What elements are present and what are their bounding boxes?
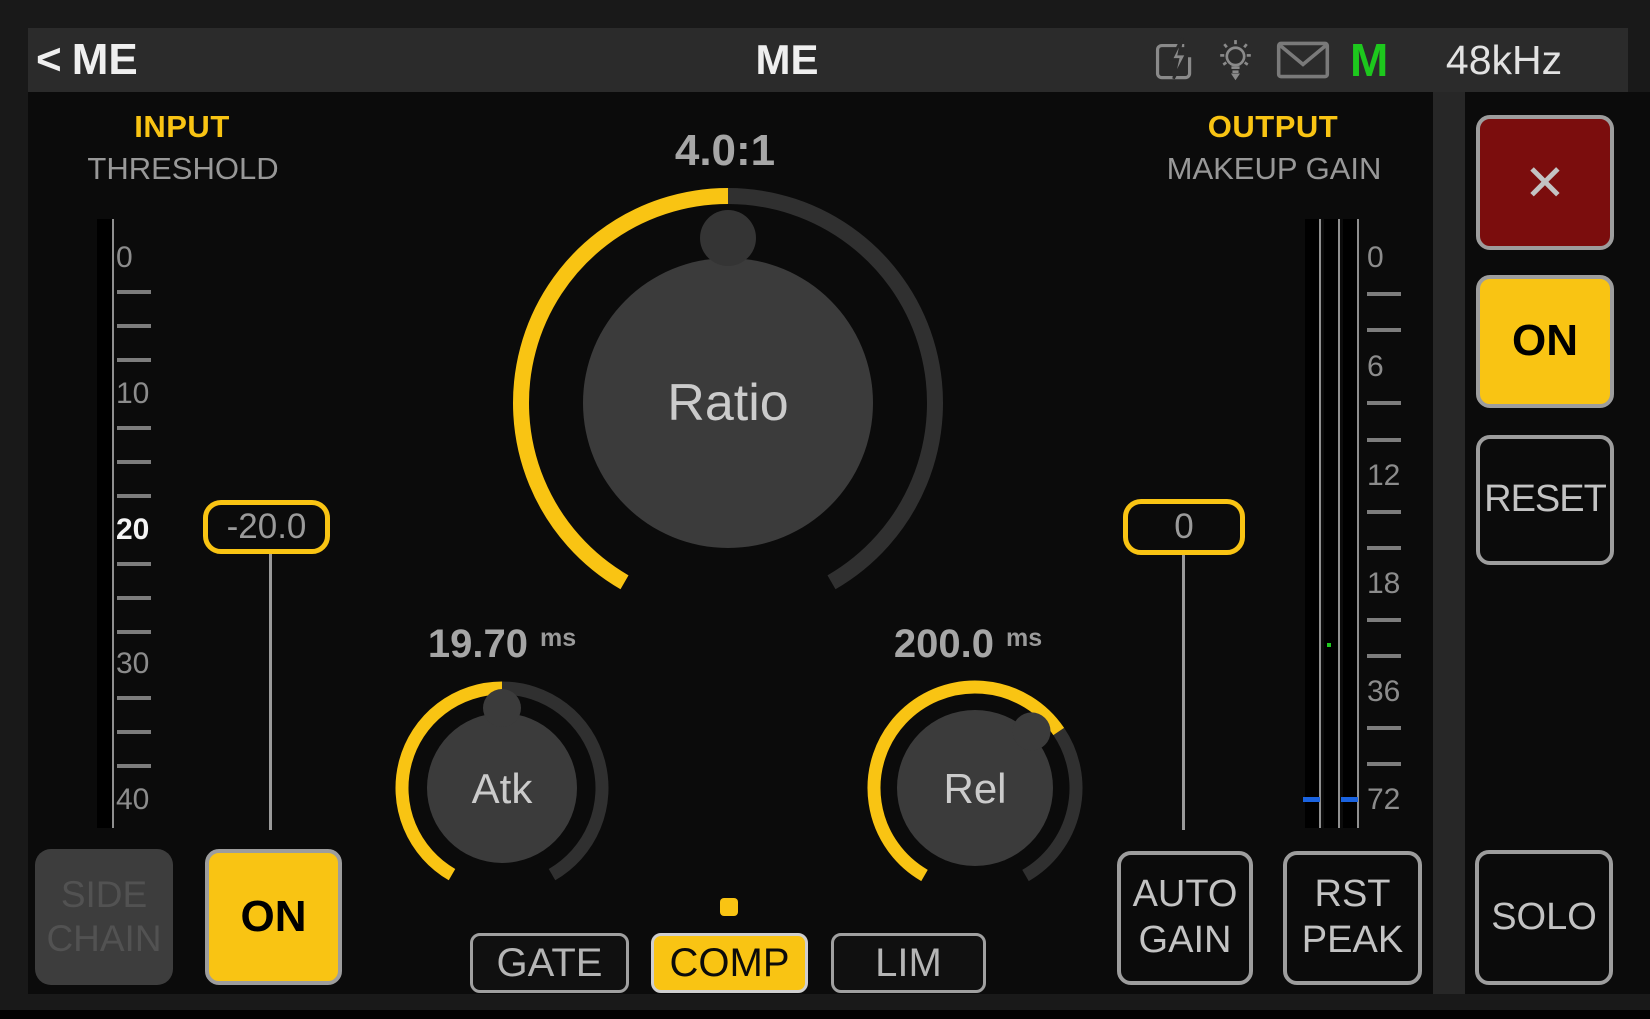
meter-tick <box>117 730 151 734</box>
meter-scale-label: 0 <box>116 241 133 275</box>
channel-on-button[interactable]: ON <box>1476 275 1614 408</box>
threshold-value: -20.0 <box>227 507 307 547</box>
input-meter-bar <box>97 219 112 828</box>
meter-tick <box>1367 510 1401 514</box>
meter-scale-label: 12 <box>1367 459 1400 493</box>
meter-tick <box>117 596 151 600</box>
active-mode-indicator <box>720 898 738 916</box>
meter-scale-label: 36 <box>1367 675 1400 709</box>
attack-value: 19.70ms <box>342 622 662 667</box>
meter-tick <box>1367 726 1401 730</box>
meter-scale-label: 72 <box>1367 783 1400 817</box>
output-meter-bar <box>1324 219 1338 828</box>
output-meter-bar <box>1305 219 1319 828</box>
side-chain-button[interactable]: SIDE CHAIN <box>35 849 173 985</box>
page-title: ME <box>756 28 819 92</box>
signal-dot <box>1327 643 1331 647</box>
meter-tick <box>1367 438 1401 442</box>
output-meter-bar <box>1343 219 1357 828</box>
auto-gain-button[interactable]: AUTO GAIN <box>1117 851 1253 985</box>
makeup-gain-value-box[interactable]: 0 <box>1123 499 1245 555</box>
ratio-value: 4.0:1 <box>565 126 885 176</box>
output-meter-edge <box>1338 219 1340 828</box>
meter-scale-label: 40 <box>116 783 149 817</box>
meter-tick <box>117 358 151 362</box>
meter-scale-label: 10 <box>116 377 149 411</box>
back-label: ME <box>72 35 138 85</box>
output-meter-edge <box>1357 219 1359 828</box>
meter-tick <box>117 696 151 700</box>
meter-tick <box>117 460 151 464</box>
status-icon-row: M <box>1148 28 1388 92</box>
output-heading: OUTPUT <box>1208 109 1338 145</box>
input-heading: INPUT <box>134 109 230 145</box>
meter-tick <box>1367 292 1401 296</box>
meter-scale-label: 30 <box>116 647 149 681</box>
snapshot-icon[interactable] <box>1148 37 1197 84</box>
back-button[interactable]: < ME <box>36 28 138 92</box>
release-value: 200.0ms <box>808 622 1128 667</box>
mode-button-lim[interactable]: LIM <box>831 933 986 993</box>
input-subheading: THRESHOLD <box>87 151 278 187</box>
threshold-slider-track[interactable] <box>269 553 272 830</box>
meter-tick <box>117 290 151 294</box>
threshold-value-box[interactable]: -20.0 <box>203 500 330 554</box>
meter-tick <box>1367 546 1401 550</box>
peak-hold-indicator <box>1303 797 1320 802</box>
meter-tick <box>117 324 151 328</box>
meter-tick <box>117 494 151 498</box>
mode-button-comp[interactable]: COMP <box>651 933 808 993</box>
close-button[interactable]: ✕ <box>1476 115 1614 250</box>
meter-tick <box>1367 762 1401 766</box>
output-subheading: MAKEUP GAIN <box>1167 151 1382 187</box>
meter-tick <box>117 764 151 768</box>
close-icon: ✕ <box>1524 153 1566 213</box>
threshold-on-button[interactable]: ON <box>205 849 342 985</box>
solo-button[interactable]: SOLO <box>1475 850 1613 985</box>
rst-peak-button[interactable]: RST PEAK <box>1283 851 1422 985</box>
meter-tick <box>1367 401 1401 405</box>
meter-tick <box>117 630 151 634</box>
meter-tick <box>117 426 151 430</box>
message-icon[interactable] <box>1274 39 1332 81</box>
meter-tick <box>117 562 151 566</box>
sample-rate: 48kHz <box>1424 28 1584 92</box>
makeup-gain-value: 0 <box>1174 507 1193 547</box>
output-meter-edge <box>1319 219 1321 828</box>
reset-button[interactable]: RESET <box>1476 435 1614 565</box>
back-arrow-icon: < <box>36 35 62 85</box>
meter-scale-label: 18 <box>1367 567 1400 601</box>
lightbulb-icon[interactable] <box>1211 36 1260 85</box>
dynamics-screen: < ME ME M <box>0 0 1650 1019</box>
meter-scale-label: 6 <box>1367 350 1384 384</box>
release-knob-label: Rel <box>943 765 1006 813</box>
meter-scale-label: 20 <box>116 513 149 547</box>
meter-scale-label: 0 <box>1367 241 1384 275</box>
makeup-gain-slider-track[interactable] <box>1182 555 1185 830</box>
meter-tick <box>1367 618 1401 622</box>
meter-tick <box>1367 328 1401 332</box>
panel-divider <box>1433 92 1465 994</box>
input-meter-edge <box>112 219 114 828</box>
meter-tick <box>1367 654 1401 658</box>
attack-knob-label: Atk <box>472 765 533 813</box>
peak-hold-indicator <box>1341 797 1358 802</box>
ratio-knob-label: Ratio <box>667 373 788 433</box>
mono-badge: M <box>1350 33 1388 87</box>
bottom-edge <box>0 1010 1650 1019</box>
mode-button-gate[interactable]: GATE <box>470 933 629 993</box>
